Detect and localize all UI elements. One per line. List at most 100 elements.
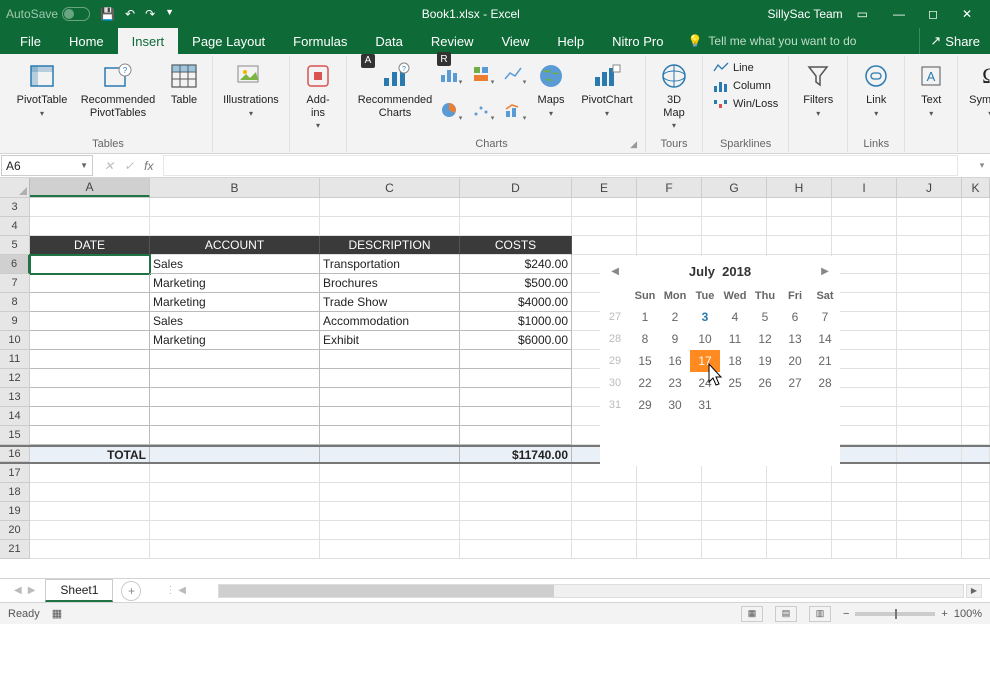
cell[interactable] (30, 502, 150, 521)
cell[interactable]: Brochures (320, 274, 460, 293)
calendar-day[interactable]: 13 (780, 328, 810, 350)
share-button[interactable]: ↗ Share (919, 28, 990, 54)
enter-icon[interactable]: ✓ (124, 159, 134, 173)
cell[interactable] (460, 198, 572, 217)
tab-insert[interactable]: Insert (118, 28, 179, 54)
scroll-right-icon[interactable]: ▶ (966, 584, 982, 598)
tab-data[interactable]: Data (361, 28, 416, 54)
column-header-I[interactable]: I (832, 178, 897, 197)
calendar-day[interactable]: 10 (690, 328, 720, 350)
dialog-launcher-icon[interactable]: ◢ (630, 139, 639, 152)
filters-button[interactable]: Filters (795, 58, 841, 120)
cell[interactable] (962, 407, 990, 426)
autosave-toggle[interactable]: AutoSave (6, 7, 90, 21)
cell[interactable] (30, 540, 150, 559)
row-header[interactable]: 14 (0, 407, 30, 426)
cell[interactable] (962, 426, 990, 445)
tab-formulas[interactable]: Formulas (279, 28, 361, 54)
cell[interactable] (897, 293, 962, 312)
cell[interactable] (962, 293, 990, 312)
cell[interactable] (30, 369, 150, 388)
next-month-icon[interactable]: ▶ (821, 266, 829, 277)
cell[interactable] (832, 407, 897, 426)
cell[interactable] (150, 350, 320, 369)
cell[interactable] (767, 236, 832, 255)
select-all-corner[interactable] (0, 178, 30, 197)
cell[interactable] (767, 502, 832, 521)
calendar-day[interactable]: 5 (750, 306, 780, 328)
cell[interactable]: Marketing (150, 331, 320, 350)
cell[interactable] (637, 521, 702, 540)
cell[interactable] (962, 350, 990, 369)
cell[interactable] (460, 426, 572, 445)
cell[interactable] (150, 426, 320, 445)
cell[interactable] (702, 540, 767, 559)
cell[interactable] (572, 198, 637, 217)
cell[interactable] (320, 407, 460, 426)
row-header[interactable]: 3 (0, 198, 30, 217)
cell[interactable] (897, 331, 962, 350)
cell[interactable] (897, 521, 962, 540)
zoom-control[interactable]: − + 100% (843, 608, 982, 620)
cell[interactable]: Exhibit (320, 331, 460, 350)
cell[interactable]: DESCRIPTION (320, 236, 460, 255)
sheet-nav-prev-icon[interactable]: ◀ (14, 585, 22, 596)
cell[interactable] (832, 502, 897, 521)
cell[interactable] (832, 426, 897, 445)
calendar-day[interactable]: 11 (720, 328, 750, 350)
cell[interactable] (320, 388, 460, 407)
cell[interactable] (962, 388, 990, 407)
calendar-day[interactable]: 17 (690, 350, 720, 372)
calendar-day[interactable]: 28 (810, 372, 840, 394)
recommended-pivot-button[interactable]: ? Recommended PivotTables (76, 58, 160, 121)
row-header[interactable]: 6 (0, 255, 30, 274)
row-header[interactable]: 11 (0, 350, 30, 369)
hierarchy-chart-icon[interactable] (471, 62, 495, 86)
cell[interactable] (460, 217, 572, 236)
cell[interactable] (30, 255, 150, 274)
name-box[interactable]: A6 ▼ (1, 155, 93, 176)
cell[interactable] (832, 464, 897, 483)
illustrations-button[interactable]: Illustrations (219, 58, 283, 120)
cell[interactable] (897, 350, 962, 369)
cell[interactable] (702, 217, 767, 236)
cell[interactable] (962, 236, 990, 255)
cell[interactable] (150, 540, 320, 559)
cell[interactable] (320, 447, 460, 462)
cell[interactable] (832, 312, 897, 331)
cell[interactable] (897, 540, 962, 559)
calendar-day[interactable]: 26 (750, 372, 780, 394)
cell[interactable] (962, 217, 990, 236)
zoom-out-icon[interactable]: − (843, 608, 849, 620)
cell[interactable] (962, 198, 990, 217)
close-button[interactable]: ✕ (950, 0, 984, 28)
column-header-J[interactable]: J (897, 178, 962, 197)
cell[interactable] (702, 502, 767, 521)
cell[interactable] (30, 274, 150, 293)
tab-page-layout[interactable]: Page Layout (178, 28, 279, 54)
cell[interactable] (30, 312, 150, 331)
prev-month-icon[interactable]: ◀ (611, 266, 619, 277)
cell[interactable] (962, 540, 990, 559)
cell[interactable] (30, 426, 150, 445)
symbols-button[interactable]: Ω Symbols (964, 58, 990, 120)
cell[interactable]: $1000.00 (460, 312, 572, 331)
cell[interactable] (460, 502, 572, 521)
cell[interactable] (832, 540, 897, 559)
cell[interactable]: Trade Show (320, 293, 460, 312)
cell[interactable] (897, 464, 962, 483)
row-header[interactable]: 19 (0, 502, 30, 521)
cell[interactable] (897, 198, 962, 217)
cell[interactable] (320, 217, 460, 236)
cell[interactable] (962, 464, 990, 483)
cell[interactable] (30, 388, 150, 407)
cell[interactable] (832, 198, 897, 217)
row-header[interactable]: 5 (0, 236, 30, 255)
cell[interactable] (572, 483, 637, 502)
cell[interactable] (832, 331, 897, 350)
cell[interactable] (30, 483, 150, 502)
calendar-day[interactable] (810, 394, 840, 416)
cell[interactable] (30, 293, 150, 312)
macro-record-icon[interactable]: ▦ (52, 607, 62, 620)
cell[interactable] (897, 447, 962, 462)
